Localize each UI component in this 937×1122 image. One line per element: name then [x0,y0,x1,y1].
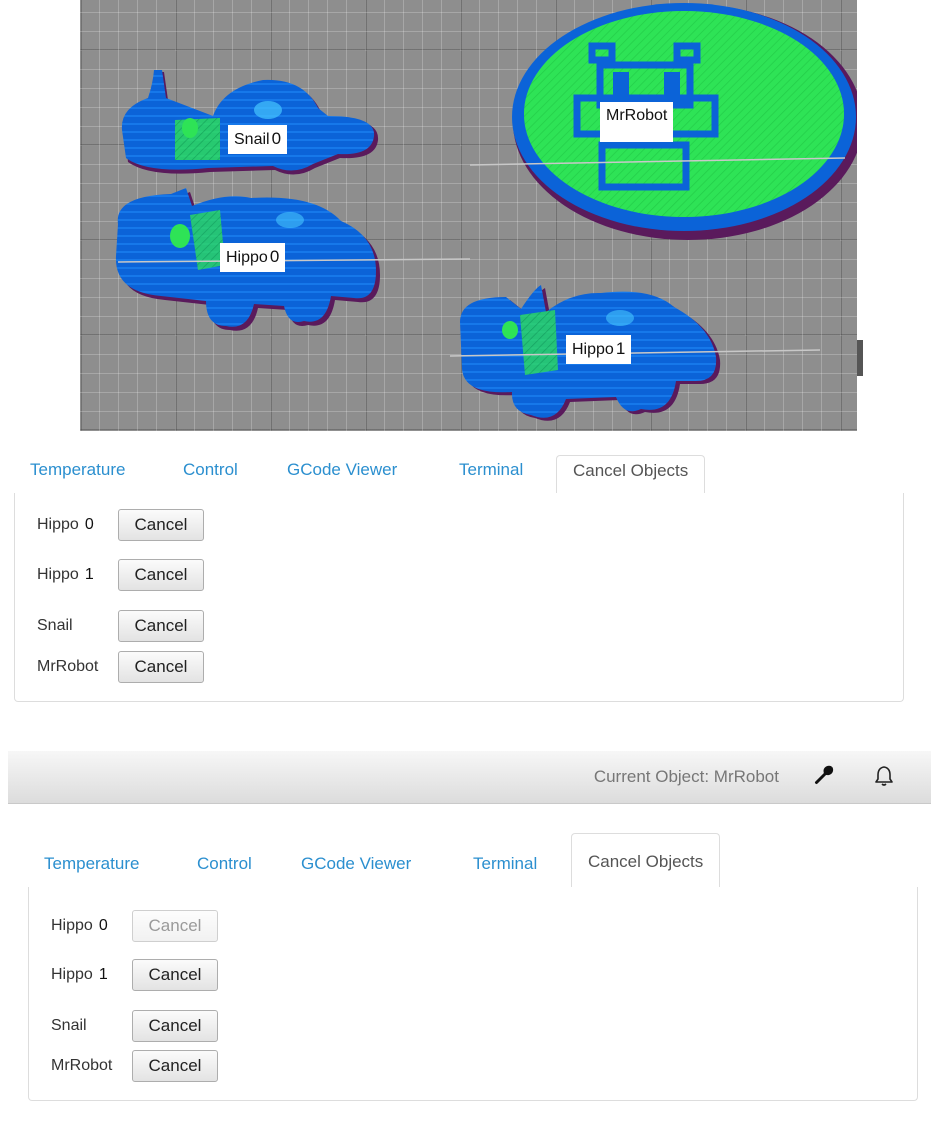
object-name-text: MrRobot [51,1057,113,1074]
cancel-hippo-0-button-disabled: Cancel [132,910,218,942]
object-label-mrrobot: MrRobot [600,102,674,142]
cancel-objects-panel: Hippo 0 Cancel Hippo 1 Cancel Snail Cancel… [14,493,904,702]
tab-cancel-objects[interactable]: Cancel Objects [571,833,721,888]
object-index: 0 [84,516,94,533]
object-label-hippo-1: Hippo 1 [566,335,632,364]
tab-cancel-objects[interactable]: Cancel Objects [556,455,706,494]
object-name: MrRobot [37,658,98,676]
object-label-name: Hippo [226,249,268,266]
tab-temperature[interactable]: Temperature [44,849,139,887]
object-label-hippo-0: Hippo 0 [220,243,286,272]
tab-control[interactable]: Control [183,455,238,493]
tab-temperature[interactable]: Temperature [30,455,125,493]
object-name: Hippo 0 [37,516,94,534]
cancel-hippo-1-button[interactable]: Cancel [132,959,218,991]
cancel-hippo-0-button[interactable]: Cancel [118,509,204,541]
cancel-mrrobot-button[interactable]: Cancel [132,1050,218,1082]
object-index: 1 [84,566,94,583]
cancel-mrrobot-button[interactable]: Cancel [118,651,204,683]
cancel-snail-button[interactable]: Cancel [132,1010,218,1042]
object-label-index: 0 [269,247,280,266]
object-index: 0 [98,917,108,934]
object-label-snail: Snail 0 [228,125,288,154]
tab-bar: Temperature Control GCode Viewer Termina… [28,833,916,888]
tab-terminal[interactable]: Terminal [459,455,523,493]
object-label-name: MrRobot [606,107,668,124]
object-name-text: MrRobot [37,658,99,675]
object-name: Snail [37,617,73,635]
current-object-status: Current Object: MrRobot [593,767,779,786]
tab-gcode-viewer[interactable]: GCode Viewer [301,849,411,887]
object-index: 1 [98,966,108,983]
navbar: Current Object: MrRobot [8,751,931,804]
object-name: Hippo 1 [51,966,108,984]
object-name: Snail [51,1017,87,1035]
object-name-text: Hippo [37,516,79,533]
object-name: MrRobot [51,1057,112,1075]
wrench-icon[interactable] [814,765,834,785]
cancel-objects-panel: Hippo 0 Cancel Hippo 1 Cancel Snail Cancel… [28,887,918,1101]
cancel-snail-button[interactable]: Cancel [118,610,204,642]
object-label-name: Snail [234,131,270,148]
object-name: Hippo 0 [51,917,108,935]
print-bed-render [115,3,857,421]
tab-terminal[interactable]: Terminal [473,849,537,887]
object-name-text: Hippo [51,966,93,983]
bell-icon[interactable] [874,765,894,787]
object-name-text: Hippo [37,566,79,583]
object-label-name: Hippo [572,341,614,358]
cancel-hippo-1-button[interactable]: Cancel [118,559,204,591]
tab-gcode-viewer[interactable]: GCode Viewer [287,455,397,493]
object-name: Hippo 1 [37,566,94,584]
object-label-index: 0 [271,129,282,148]
object-name-text: Snail [51,1017,87,1034]
slicer-preview: Snail 0 MrRobot Hippo 0 Hippo 1 [80,0,857,431]
object-name-text: Snail [37,617,73,634]
tab-control[interactable]: Control [197,849,252,887]
object-label-index: 1 [615,339,626,358]
tab-bar: Temperature Control GCode Viewer Termina… [14,455,902,494]
mrrobot-model [512,3,857,240]
snail-model [121,70,379,175]
object-name-text: Hippo [51,917,93,934]
scrollbar-fragment [857,340,863,376]
